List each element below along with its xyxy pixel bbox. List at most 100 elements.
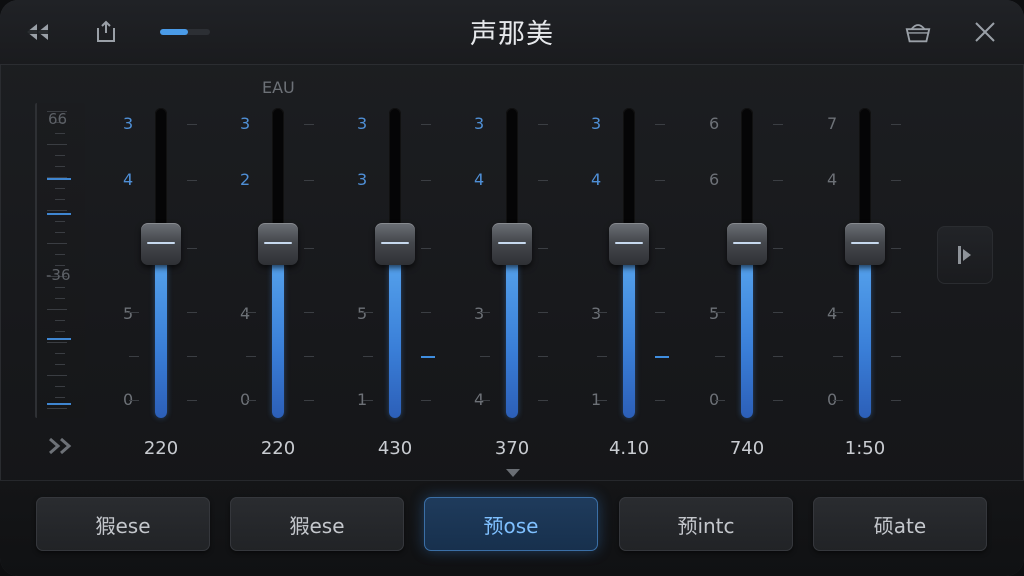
band-scale-number: 4 xyxy=(591,170,602,189)
equalizer-window: 声那美 EAU 66 -36 3450220324022033514303434… xyxy=(0,0,1024,576)
band-slider-knob[interactable] xyxy=(727,223,767,266)
band-slider-knob[interactable] xyxy=(609,223,649,266)
eq-band-6: 6650740 xyxy=(707,100,787,470)
band-grid-dash xyxy=(538,248,548,249)
band-slider-knob[interactable] xyxy=(141,223,181,266)
band-scale-number: 4 xyxy=(827,304,838,323)
fast-forward-icon[interactable] xyxy=(48,436,76,460)
meter-tick xyxy=(55,188,65,189)
preset-button-4[interactable]: 预intc xyxy=(619,497,793,551)
band-grid-dash xyxy=(891,312,901,313)
meter-blue-tick xyxy=(47,403,71,405)
band-grid-dash xyxy=(773,312,783,313)
knob-indicator-line xyxy=(147,242,175,245)
band-grid-dash xyxy=(304,180,314,181)
meter-tick xyxy=(55,298,65,299)
window-title: 声那美 xyxy=(470,19,554,50)
band-marker xyxy=(421,356,435,358)
band-scale-number: 5 xyxy=(357,304,368,323)
band-grid-dash xyxy=(891,356,901,357)
meter-tick xyxy=(55,166,65,167)
meter-tick xyxy=(47,342,67,343)
band-scale-number: 2 xyxy=(240,170,251,189)
band-grid-dash xyxy=(773,248,783,249)
band-scale-number: 3 xyxy=(357,170,368,189)
band-frequency-label: 4.10 xyxy=(608,438,650,459)
band-grid-dash xyxy=(655,312,665,313)
band-grid-dash xyxy=(129,400,139,401)
band-grid-dash xyxy=(421,312,431,313)
band-slider-knob[interactable] xyxy=(375,223,415,266)
band-grid-dash xyxy=(421,400,431,401)
band-grid-dash xyxy=(715,400,725,401)
band-marker xyxy=(655,356,669,358)
band-grid-dash xyxy=(363,356,373,357)
band-scale-number: 3 xyxy=(474,304,485,323)
basket-icon[interactable] xyxy=(904,18,932,46)
band-grid-dash xyxy=(187,124,197,125)
band-grid-dash xyxy=(833,400,843,401)
meter-tick xyxy=(55,353,65,354)
presets-bar: 猳ese 猳ese 预ose 预intc 硕ate xyxy=(0,480,1024,576)
eq-band-4: 3434370 xyxy=(472,100,552,470)
band-scale-number: 5 xyxy=(123,304,134,323)
band-grid-dash xyxy=(480,312,490,313)
band-grid-dash xyxy=(187,180,197,181)
band-grid-dash xyxy=(597,312,607,313)
meter-tick xyxy=(55,331,65,332)
preset-button-2[interactable]: 猳ese xyxy=(230,497,404,551)
eq-band-5: 34314.10 xyxy=(589,100,669,470)
meter-tick xyxy=(47,144,67,145)
knob-indicator-line xyxy=(733,242,761,245)
band-grid-dash xyxy=(304,356,314,357)
knob-indicator-line xyxy=(615,242,643,245)
preset-button-3[interactable]: 预ose xyxy=(424,497,598,551)
knob-indicator-line xyxy=(498,242,526,245)
band-grid-dash xyxy=(187,400,197,401)
band-grid-dash xyxy=(480,356,490,357)
band-scale-number: 7 xyxy=(827,114,838,133)
close-icon[interactable] xyxy=(971,18,999,46)
band-grid-dash xyxy=(480,400,490,401)
meter-tick xyxy=(55,364,65,365)
band-grid-dash xyxy=(421,248,431,249)
band-grid-dash xyxy=(304,400,314,401)
meter-mid-label: -36 xyxy=(46,266,71,284)
preset-button-1[interactable]: 猳ese xyxy=(36,497,210,551)
meter-tick xyxy=(55,221,65,222)
preset-button-5[interactable]: 硕ate xyxy=(813,497,987,551)
expand-arrow-icon[interactable] xyxy=(506,469,520,477)
band-scale-number: 3 xyxy=(123,114,134,133)
band-grid-dash xyxy=(421,180,431,181)
play-button[interactable] xyxy=(937,226,993,284)
eq-band-3: 3351430 xyxy=(355,100,435,470)
band-grid-dash xyxy=(187,312,197,313)
title-bar: 声那美 xyxy=(0,0,1024,65)
band-grid-dash xyxy=(655,248,665,249)
band-grid-dash xyxy=(833,356,843,357)
meter-tick xyxy=(55,199,65,200)
band-grid-dash xyxy=(363,312,373,313)
band-grid-dash xyxy=(655,124,665,125)
eq-band-7: 74401:50 xyxy=(825,100,905,470)
meter-tick xyxy=(47,408,67,409)
band-slider-fill xyxy=(623,244,635,418)
meter-tick xyxy=(55,397,65,398)
band-frequency-label: 740 xyxy=(729,438,765,459)
band-grid-dash xyxy=(715,312,725,313)
band-slider-knob[interactable] xyxy=(258,223,298,266)
band-slider-knob[interactable] xyxy=(845,223,885,266)
band-grid-dash xyxy=(597,356,607,357)
band-grid-dash xyxy=(655,180,665,181)
band-grid-dash xyxy=(129,312,139,313)
band-grid-dash xyxy=(187,248,197,249)
band-scale-number: 3 xyxy=(591,304,602,323)
band-grid-dash xyxy=(891,248,901,249)
band-grid-dash xyxy=(187,356,197,357)
band-slider-knob[interactable] xyxy=(492,223,532,266)
band-frequency-label: 1:50 xyxy=(844,438,886,459)
band-grid-dash xyxy=(538,312,548,313)
band-grid-dash xyxy=(833,312,843,313)
band-scale-number: 4 xyxy=(123,170,134,189)
band-grid-dash xyxy=(129,356,139,357)
